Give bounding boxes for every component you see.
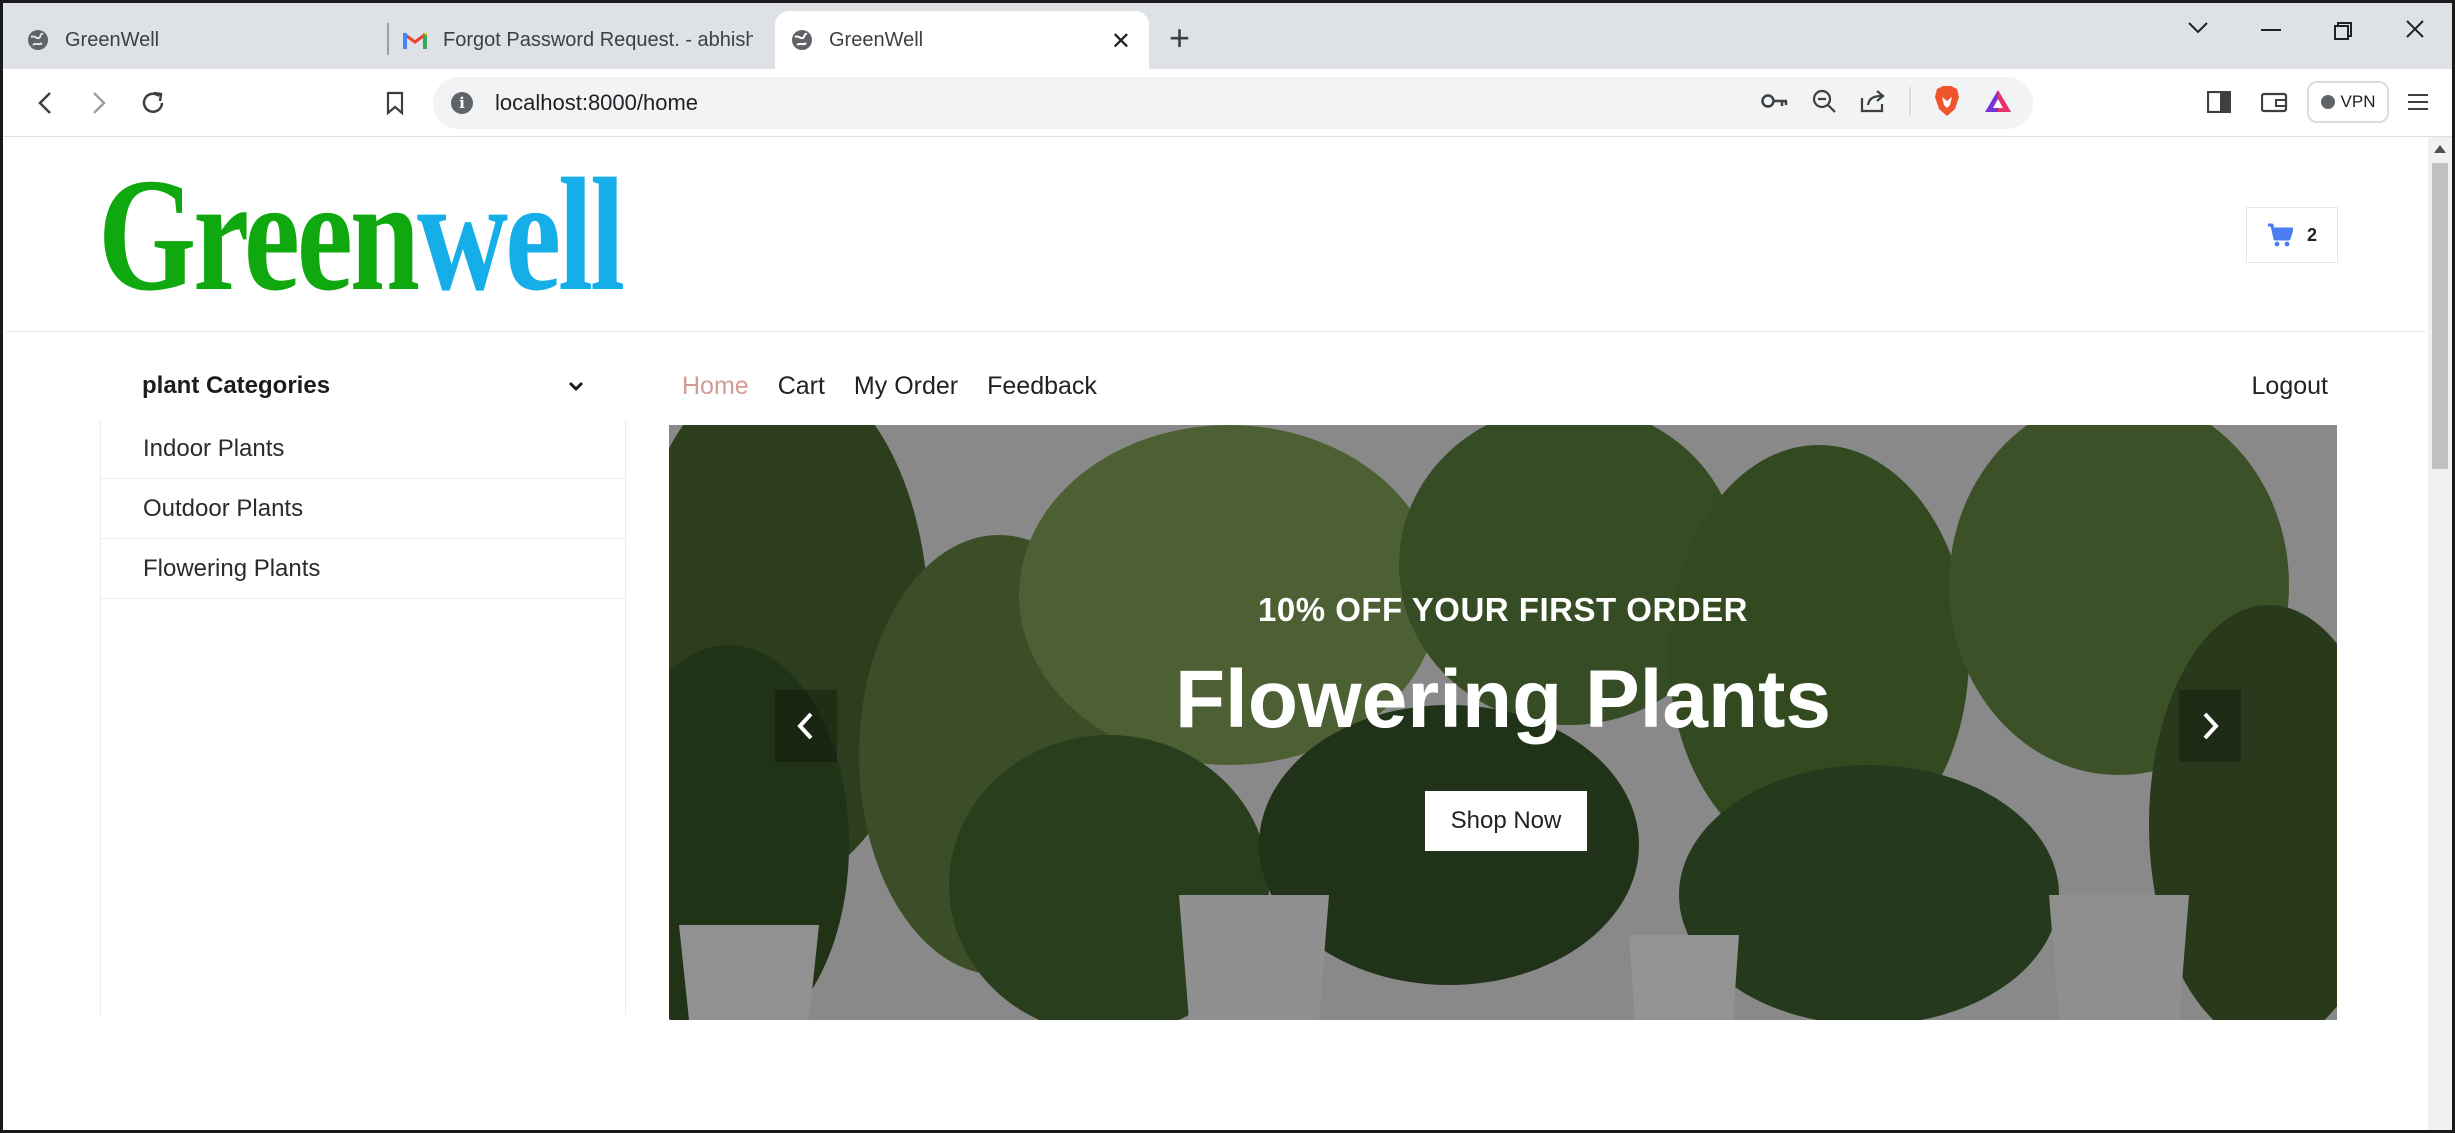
wallet-icon[interactable] bbox=[2261, 91, 2289, 113]
cart-badge[interactable]: 2 bbox=[2246, 207, 2338, 263]
main-nav: Home Cart My Order Feedback Logout bbox=[682, 361, 2332, 411]
categories-list: Indoor Plants Outdoor Plants Flowering P… bbox=[100, 419, 626, 1015]
vpn-label: VPN bbox=[2340, 92, 2376, 111]
category-item-flowering[interactable]: Flowering Plants bbox=[101, 539, 625, 599]
carousel-prev-button[interactable] bbox=[775, 690, 837, 762]
forward-icon[interactable] bbox=[79, 83, 119, 123]
page-scrollbar[interactable] bbox=[2428, 137, 2452, 1130]
nav-my-order[interactable]: My Order bbox=[854, 372, 958, 401]
hero-title: Flowering Plants bbox=[1174, 654, 1832, 745]
back-icon[interactable] bbox=[25, 83, 65, 123]
vpn-status-icon bbox=[2320, 95, 2335, 109]
restore-icon[interactable] bbox=[2333, 21, 2353, 41]
tab-separator bbox=[387, 23, 389, 55]
globe-icon bbox=[792, 30, 812, 50]
categories-heading: plant Categories bbox=[142, 372, 331, 399]
category-item-outdoor[interactable]: Outdoor Plants bbox=[101, 479, 625, 539]
globe-icon bbox=[28, 30, 48, 50]
divider bbox=[1909, 87, 1911, 115]
address-bar[interactable]: i localhost:8000/home bbox=[433, 77, 2033, 129]
scrollbar-thumb[interactable] bbox=[2432, 163, 2448, 469]
chevron-right-icon bbox=[2203, 712, 2219, 740]
tab-gmail[interactable]: Forgot Password Request. - abhishek bbox=[403, 15, 763, 65]
category-item-indoor[interactable]: Indoor Plants bbox=[101, 419, 625, 479]
site-header: Greenwell 2 bbox=[6, 137, 2426, 332]
gmail-icon bbox=[403, 32, 427, 49]
tab-label: GreenWell bbox=[65, 28, 160, 51]
chevron-down-icon[interactable] bbox=[2187, 21, 2209, 35]
close-window-icon[interactable] bbox=[2405, 19, 2425, 39]
browser-window: GreenWell Forgot Password Request. - abh… bbox=[0, 0, 2455, 1133]
nav-feedback[interactable]: Feedback bbox=[987, 372, 1097, 401]
info-icon[interactable]: i bbox=[451, 92, 473, 114]
greenwell-logo[interactable]: Greenwell bbox=[98, 155, 625, 317]
zoom-out-icon[interactable] bbox=[1811, 88, 1837, 114]
bookmark-icon[interactable] bbox=[375, 83, 415, 123]
key-icon[interactable] bbox=[1761, 93, 1789, 109]
nav-home[interactable]: Home bbox=[682, 372, 749, 401]
logout-link[interactable]: Logout bbox=[2252, 372, 2328, 401]
scroll-up-icon[interactable] bbox=[2434, 145, 2446, 153]
nav-cart[interactable]: Cart bbox=[778, 372, 825, 401]
url-text[interactable]: localhost:8000/home bbox=[495, 90, 698, 116]
chevron-left-icon bbox=[797, 712, 813, 740]
rewards-icon[interactable] bbox=[1983, 88, 2013, 114]
shop-now-button[interactable]: Shop Now bbox=[1425, 791, 1587, 851]
chevron-down-icon bbox=[568, 381, 584, 391]
browser-toolbar: i localhost:8000/home VPN bbox=[3, 69, 2452, 137]
cart-icon bbox=[2267, 223, 2293, 247]
tab-strip: GreenWell Forgot Password Request. - abh… bbox=[3, 3, 2452, 69]
tab-label: GreenWell bbox=[829, 28, 924, 51]
cart-count: 2 bbox=[2306, 224, 2317, 245]
menu-icon[interactable] bbox=[2407, 93, 2429, 111]
carousel-next-button[interactable] bbox=[2179, 690, 2241, 762]
hero-carousel: 10% OFF YOUR FIRST ORDER Flowering Plant… bbox=[669, 425, 2337, 1020]
logo-part-well: well bbox=[416, 146, 625, 325]
minimize-icon[interactable] bbox=[2261, 29, 2281, 31]
reload-icon[interactable] bbox=[133, 83, 173, 123]
share-icon[interactable] bbox=[1859, 88, 1887, 114]
logo-part-green: Green bbox=[98, 146, 420, 325]
close-icon[interactable]: ✕ bbox=[1111, 27, 1131, 56]
categories-toggle[interactable]: plant Categories bbox=[100, 361, 626, 411]
plus-icon[interactable]: + bbox=[1169, 17, 1190, 59]
tab-greenwell-1[interactable]: GreenWell bbox=[27, 15, 377, 65]
brave-shield-icon[interactable] bbox=[1933, 85, 1961, 117]
tab-greenwell-active[interactable]: GreenWell ✕ bbox=[775, 11, 1149, 69]
tab-label: Forgot Password Request. - abhishek bbox=[443, 28, 753, 51]
web-page: Greenwell 2 plant Categories Indoor Plan… bbox=[6, 137, 2426, 1130]
hero-subtitle: 10% OFF YOUR FIRST ORDER bbox=[1258, 591, 1748, 628]
sidebar-icon[interactable] bbox=[2207, 91, 2231, 113]
vpn-button[interactable]: VPN bbox=[2307, 81, 2389, 123]
